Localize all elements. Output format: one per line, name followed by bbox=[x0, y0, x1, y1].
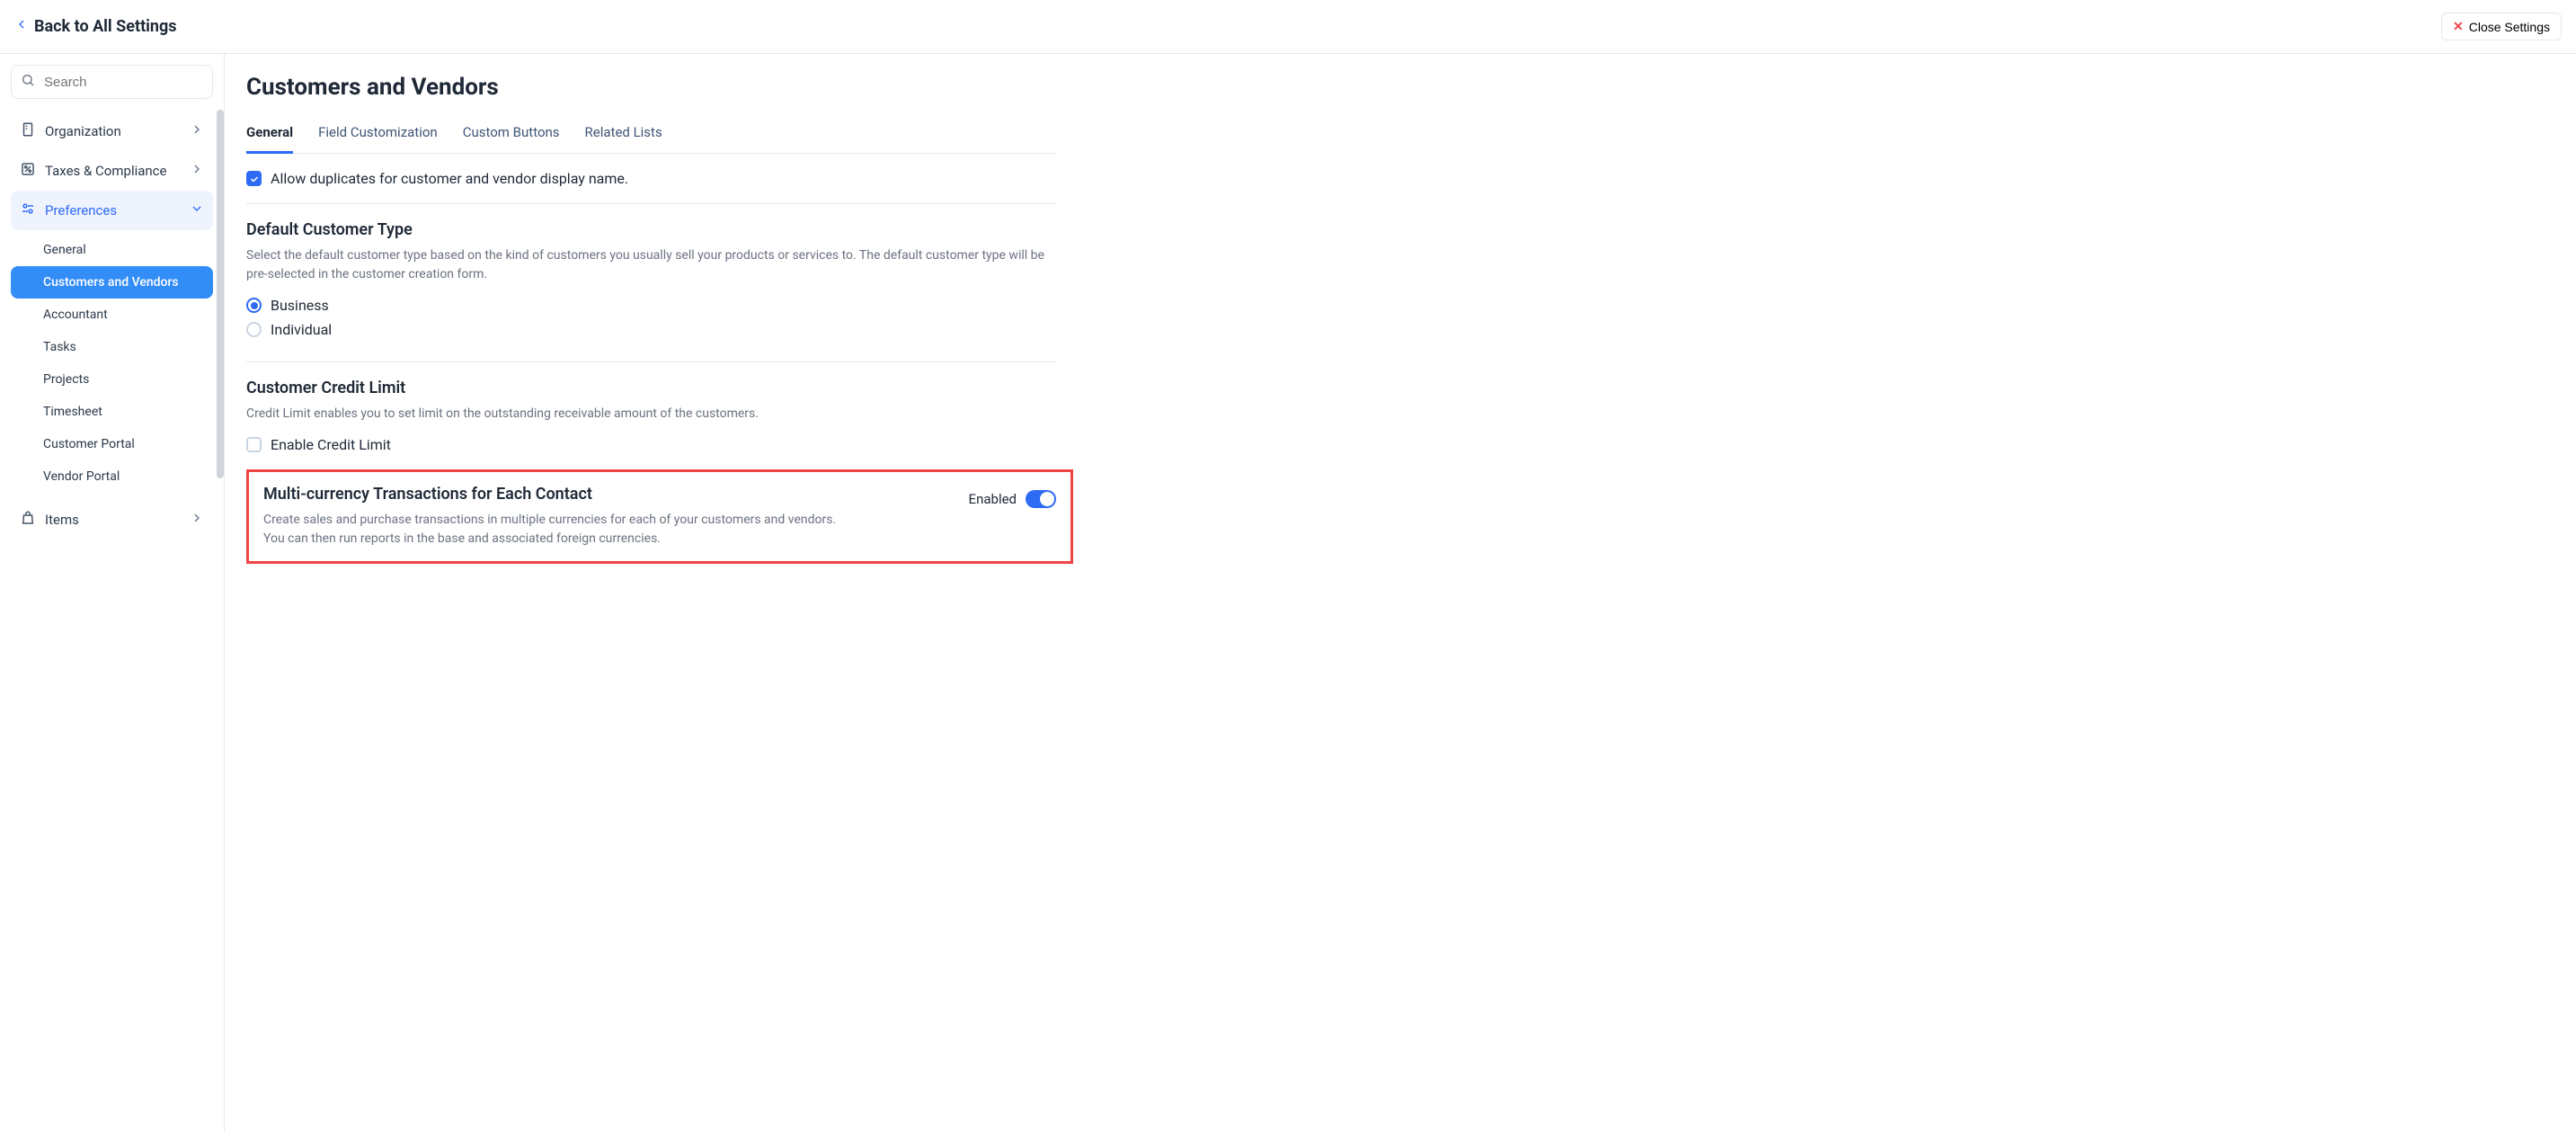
default-type-title: Default Customer Type bbox=[246, 220, 1055, 239]
chevron-right-icon bbox=[190, 511, 204, 529]
sidebar-sub-projects[interactable]: Projects bbox=[11, 363, 213, 396]
sidebar-scrollbar[interactable] bbox=[217, 110, 224, 478]
percent-icon bbox=[20, 161, 36, 181]
sidebar-item-label: Organization bbox=[45, 123, 181, 139]
tab-related-lists[interactable]: Related Lists bbox=[585, 117, 662, 154]
chevron-down-icon bbox=[190, 201, 204, 219]
close-label: Close Settings bbox=[2469, 20, 2550, 34]
multicurrency-status-label: Enabled bbox=[969, 491, 1017, 507]
preferences-submenu: General Customers and Vendors Accountant… bbox=[11, 234, 213, 493]
sliders-icon bbox=[20, 201, 36, 220]
default-type-desc: Select the default customer type based o… bbox=[246, 246, 1055, 284]
section-allow-duplicates: Allow duplicates for customer and vendor… bbox=[246, 154, 1055, 204]
sidebar-sub-customers-vendors[interactable]: Customers and Vendors bbox=[11, 266, 213, 299]
allow-duplicates-checkbox[interactable] bbox=[246, 171, 262, 186]
toggle-knob bbox=[1040, 492, 1054, 506]
app-header: Back to All Settings ✕ Close Settings bbox=[0, 0, 2576, 54]
sidebar-sub-customer-portal[interactable]: Customer Portal bbox=[11, 428, 213, 460]
sidebar-sub-accountant[interactable]: Accountant bbox=[11, 299, 213, 331]
sidebar-sub-vendor-portal[interactable]: Vendor Portal bbox=[11, 460, 213, 493]
tabs-nav: General Field Customization Custom Butto… bbox=[246, 117, 1055, 154]
radio-business-input[interactable] bbox=[246, 298, 262, 313]
settings-sidebar: Organization Taxes & Compliance Preferen… bbox=[0, 54, 225, 1133]
bag-icon bbox=[20, 510, 36, 530]
allow-duplicates-label: Allow duplicates for customer and vendor… bbox=[271, 170, 628, 187]
radio-business-label: Business bbox=[271, 297, 329, 314]
main-content: Customers and Vendors General Field Cust… bbox=[225, 54, 2576, 1133]
credit-limit-title: Customer Credit Limit bbox=[246, 379, 1055, 397]
radio-individual-label: Individual bbox=[271, 321, 332, 338]
radio-individual-input[interactable] bbox=[246, 322, 262, 337]
chevron-right-icon bbox=[190, 162, 204, 180]
search-icon bbox=[21, 73, 35, 91]
page-title: Customers and Vendors bbox=[246, 74, 2554, 101]
credit-limit-desc: Credit Limit enables you to set limit on… bbox=[246, 405, 1055, 424]
search-field-wrap[interactable] bbox=[11, 65, 213, 99]
tab-custom-buttons[interactable]: Custom Buttons bbox=[463, 117, 560, 154]
chevron-left-icon bbox=[14, 17, 29, 36]
section-default-customer-type: Default Customer Type Select the default… bbox=[246, 204, 1055, 362]
sidebar-item-organization[interactable]: Organization bbox=[11, 112, 213, 151]
sidebar-sub-general[interactable]: General bbox=[11, 234, 213, 266]
sidebar-item-label: Taxes & Compliance bbox=[45, 163, 181, 179]
sidebar-item-preferences[interactable]: Preferences bbox=[11, 191, 213, 230]
section-multicurrency-highlighted: Multi-currency Transactions for Each Con… bbox=[246, 469, 1073, 564]
multicurrency-toggle[interactable] bbox=[1026, 490, 1056, 508]
tab-general[interactable]: General bbox=[246, 117, 293, 154]
sidebar-sub-timesheet[interactable]: Timesheet bbox=[11, 396, 213, 428]
close-settings-button[interactable]: ✕ Close Settings bbox=[2441, 13, 2562, 40]
sidebar-item-taxes-compliance[interactable]: Taxes & Compliance bbox=[11, 151, 213, 191]
back-label: Back to All Settings bbox=[34, 17, 177, 36]
sidebar-item-label: Items bbox=[45, 512, 181, 528]
tab-field-customization[interactable]: Field Customization bbox=[318, 117, 438, 154]
radio-business[interactable]: Business bbox=[246, 297, 1055, 314]
building-icon bbox=[20, 121, 36, 141]
close-icon: ✕ bbox=[2453, 19, 2464, 34]
radio-individual[interactable]: Individual bbox=[246, 321, 1055, 338]
sidebar-item-label: Preferences bbox=[45, 202, 181, 219]
chevron-right-icon bbox=[190, 122, 204, 140]
enable-credit-limit-checkbox[interactable] bbox=[246, 437, 262, 452]
section-credit-limit: Customer Credit Limit Credit Limit enabl… bbox=[246, 362, 1055, 469]
multicurrency-desc: Create sales and purchase transactions i… bbox=[263, 511, 857, 549]
back-to-settings-link[interactable]: Back to All Settings bbox=[14, 17, 177, 36]
search-input[interactable] bbox=[42, 74, 203, 91]
multicurrency-title: Multi-currency Transactions for Each Con… bbox=[263, 485, 947, 504]
enable-credit-limit-label: Enable Credit Limit bbox=[271, 436, 391, 453]
sidebar-sub-tasks[interactable]: Tasks bbox=[11, 331, 213, 363]
sidebar-item-items[interactable]: Items bbox=[11, 500, 213, 540]
